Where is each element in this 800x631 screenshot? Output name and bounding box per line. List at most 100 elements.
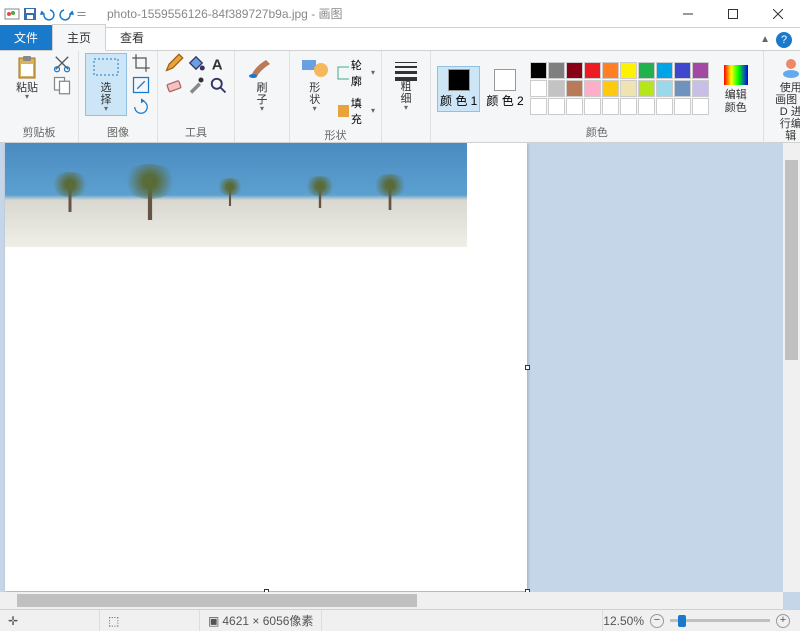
palette-color[interactable]	[602, 62, 619, 79]
zoom-slider[interactable]	[670, 619, 770, 622]
palette-color[interactable]	[638, 98, 655, 115]
zoom-in-button[interactable]: +	[776, 614, 790, 628]
minimize-button[interactable]	[665, 0, 710, 28]
fill-icon[interactable]	[186, 53, 206, 73]
color2-button[interactable]: 颜 色 2	[486, 69, 523, 109]
palette-color[interactable]	[674, 98, 691, 115]
image-content	[5, 143, 467, 247]
palette-color[interactable]	[692, 80, 709, 97]
canvas-dimensions: ▣ 4621 × 6056像素	[200, 610, 322, 631]
palette-color[interactable]	[548, 80, 565, 97]
svg-text:A: A	[212, 56, 223, 73]
undo-icon[interactable]	[40, 6, 56, 22]
shapes-icon	[299, 56, 331, 80]
horizontal-scrollbar[interactable]	[0, 592, 783, 609]
window-title: photo-1559556126-84f389727b9a.jpg - 画图	[107, 5, 343, 22]
zoom-level: 12.50%	[603, 614, 644, 628]
chevron-down-icon: ▾	[313, 104, 317, 113]
pencil-icon[interactable]	[164, 53, 184, 73]
tab-view[interactable]: 查看	[106, 25, 158, 50]
color2-swatch	[494, 69, 516, 91]
paint3d-button[interactable]: 使用画图 3 D 进行编辑	[770, 53, 800, 145]
crop-icon[interactable]	[131, 53, 151, 73]
close-button[interactable]	[755, 0, 800, 28]
palette-color[interactable]	[548, 62, 565, 79]
palette-color[interactable]	[674, 80, 691, 97]
eyedropper-icon[interactable]	[186, 75, 206, 95]
group-colors: 颜 色 1 颜 色 2 编辑 颜色 颜色	[431, 51, 764, 142]
edit-colors-button[interactable]: 编辑 颜色	[715, 60, 757, 116]
group-brushes: 刷 子 ▾	[235, 51, 290, 142]
paint3d-icon	[775, 56, 800, 80]
palette-color[interactable]	[620, 62, 637, 79]
title-bar: ＝ photo-1559556126-84f389727b9a.jpg - 画图	[0, 0, 800, 28]
maximize-button[interactable]	[710, 0, 755, 28]
cut-icon[interactable]	[52, 53, 72, 73]
magnifier-icon[interactable]	[208, 75, 228, 95]
palette-color[interactable]	[566, 98, 583, 115]
redo-icon[interactable]	[58, 6, 74, 22]
palette-color[interactable]	[638, 80, 655, 97]
copy-icon[interactable]	[52, 75, 72, 95]
palette-color[interactable]	[692, 62, 709, 79]
text-icon[interactable]: A	[208, 53, 228, 73]
eraser-icon[interactable]	[164, 75, 184, 95]
palette-color[interactable]	[656, 62, 673, 79]
palette-color[interactable]	[656, 80, 673, 97]
group-tools: A 工具	[158, 51, 235, 142]
group-image: 选 择 ▾ 图像	[79, 51, 158, 142]
vertical-scrollbar[interactable]	[783, 143, 800, 592]
palette-color[interactable]	[584, 98, 601, 115]
rainbow-icon	[720, 63, 752, 87]
palette-color[interactable]	[566, 62, 583, 79]
resize-icon[interactable]	[131, 75, 151, 95]
selection-size: ⬚	[100, 610, 200, 631]
tab-home[interactable]: 主页	[52, 24, 106, 51]
resize-handle[interactable]	[525, 365, 530, 370]
palette-color[interactable]	[584, 62, 601, 79]
palette-color[interactable]	[602, 98, 619, 115]
select-button[interactable]: 选 择 ▾	[85, 53, 127, 116]
chevron-down-icon: ▾	[104, 104, 108, 113]
fill-button[interactable]: 填充 ▾	[337, 95, 375, 127]
ribbon-tabs: 文件 主页 查看 ▲ ?	[0, 28, 800, 51]
zoom-out-button[interactable]: −	[650, 614, 664, 628]
brush-icon	[246, 56, 278, 80]
palette-color[interactable]	[620, 98, 637, 115]
palette-color[interactable]	[692, 98, 709, 115]
palette-color[interactable]	[602, 80, 619, 97]
chevron-down-icon: ▾	[25, 92, 29, 101]
shapes-button[interactable]: 形 状 ▾	[296, 53, 333, 116]
palette-color[interactable]	[584, 80, 601, 97]
save-icon[interactable]	[22, 6, 38, 22]
canvas[interactable]	[5, 143, 527, 591]
file-size	[322, 610, 603, 631]
palette-color[interactable]	[620, 80, 637, 97]
outline-button[interactable]: 轮廓 ▾	[337, 57, 375, 89]
app-icon	[4, 6, 20, 22]
paste-button[interactable]: 粘贴 ▾	[6, 53, 48, 104]
canvas-size-icon: ▣	[208, 614, 219, 628]
palette-color[interactable]	[530, 62, 547, 79]
brush-button[interactable]: 刷 子 ▾	[241, 53, 283, 116]
palette-color[interactable]	[674, 62, 691, 79]
palette-color[interactable]	[530, 98, 547, 115]
collapse-ribbon-icon[interactable]: ▲	[760, 34, 770, 45]
palette-color[interactable]	[638, 62, 655, 79]
palette-color[interactable]	[530, 80, 547, 97]
cursor-position: ✛	[0, 610, 100, 631]
palette-color[interactable]	[656, 98, 673, 115]
size-button[interactable]: 粗 细 ▾	[388, 53, 424, 115]
color1-button[interactable]: 颜 色 1	[437, 66, 480, 112]
qat-customize-icon[interactable]: ＝	[76, 6, 87, 22]
palette-color[interactable]	[566, 80, 583, 97]
group-shapes: 形 状 ▾ 轮廓 ▾ 填充 ▾ 形状	[290, 51, 382, 142]
help-icon[interactable]: ?	[776, 32, 792, 48]
rotate-icon[interactable]	[131, 97, 151, 117]
selection-icon: ⬚	[108, 614, 119, 628]
group-size: 粗 细 ▾	[382, 51, 431, 142]
select-rect-icon	[90, 56, 122, 80]
palette-color[interactable]	[548, 98, 565, 115]
chevron-down-icon: ▾	[404, 103, 408, 112]
tab-file[interactable]: 文件	[0, 25, 52, 50]
